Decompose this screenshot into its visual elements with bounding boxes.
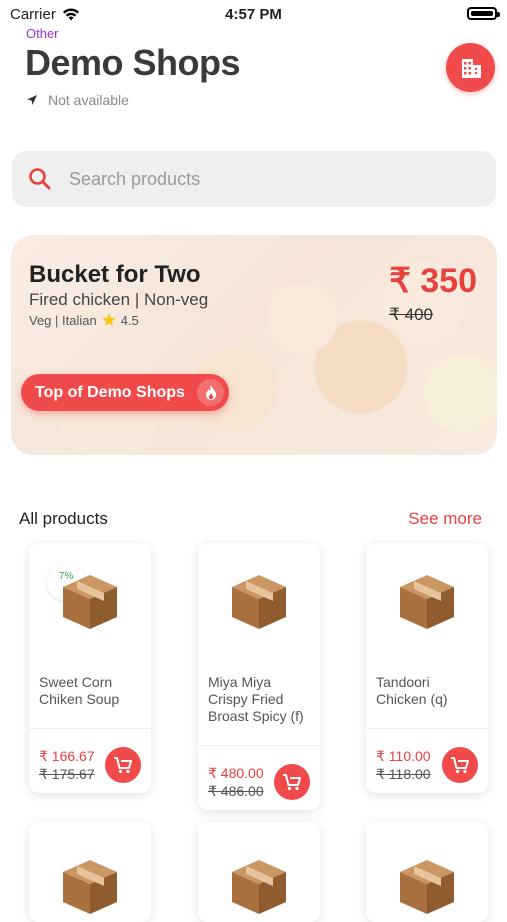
- shop-category: Other: [26, 26, 59, 41]
- banner-old-price: ₹ 400: [389, 305, 433, 324]
- product-image: [29, 850, 151, 922]
- product-image: [366, 850, 488, 922]
- banner-rating: 4.5: [120, 312, 139, 328]
- product-old-price: ₹ 118.00: [376, 766, 431, 782]
- banner-price: ₹ 350: [389, 262, 477, 300]
- top-of-shop-label: Top of Demo Shops: [35, 383, 185, 401]
- product-card[interactable]: [198, 822, 320, 922]
- add-to-cart-button[interactable]: [105, 747, 141, 783]
- star-icon: [102, 313, 116, 326]
- banner-meta: Veg | Italian 4.5: [29, 312, 139, 328]
- top-of-shop-button[interactable]: Top of Demo Shops: [21, 374, 229, 411]
- product-price: ₹ 480.00: [208, 765, 264, 781]
- shop-list-button[interactable]: [446, 43, 495, 92]
- page-title: Demo Shops: [25, 42, 241, 83]
- location-arrow-icon: [27, 95, 37, 105]
- search-icon: [29, 168, 51, 190]
- building-icon: [461, 58, 481, 78]
- clock: 4:57 PM: [225, 6, 282, 23]
- product-card[interactable]: [366, 822, 488, 922]
- add-to-cart-button[interactable]: [442, 747, 478, 783]
- product-old-price: ₹ 486.00: [208, 783, 264, 799]
- product-card[interactable]: Miya Miya Crispy Fried Broast Spicy (f) …: [198, 543, 320, 810]
- product-price: ₹ 166.67: [39, 748, 95, 764]
- cart-icon: [114, 757, 132, 774]
- location-text: Not available: [48, 92, 129, 108]
- card-divider: [29, 728, 151, 729]
- box-icon: [232, 575, 286, 629]
- flame-icon: [197, 379, 224, 406]
- product-name: Tandoori Chicken (q): [376, 674, 448, 707]
- product-card[interactable]: [29, 822, 151, 922]
- product-card[interactable]: 7% Sweet Corn Chiken Soup ₹ 166.67 ₹ 175…: [29, 543, 151, 793]
- box-icon: [63, 860, 117, 914]
- cart-icon: [451, 757, 469, 774]
- banner-subtitle: Fired chicken | Non-veg: [29, 290, 209, 309]
- location-row: Not available: [26, 92, 129, 108]
- banner-cuisine: Veg | Italian: [29, 312, 97, 328]
- product-price: ₹ 110.00: [376, 748, 431, 764]
- box-icon: [232, 860, 286, 914]
- box-icon: [63, 575, 117, 629]
- cart-icon: [283, 774, 301, 791]
- section-title: All products: [19, 509, 108, 528]
- see-more-link[interactable]: See more: [408, 509, 482, 529]
- search-input[interactable]: Search products: [69, 169, 200, 190]
- battery-icon: [467, 7, 500, 20]
- product-image: [29, 565, 151, 645]
- search-bar[interactable]: Search products: [12, 151, 496, 207]
- product-image: [198, 850, 320, 922]
- featured-banner[interactable]: Bucket for Two Fired chicken | Non-veg V…: [11, 235, 497, 455]
- banner-title: Bucket for Two: [29, 261, 201, 288]
- product-image: [366, 565, 488, 645]
- product-image: [198, 565, 320, 645]
- product-card[interactable]: Tandoori Chicken (q) ₹ 110.00 ₹ 118.00: [366, 543, 488, 793]
- product-old-price: ₹ 175.67: [39, 766, 95, 782]
- status-bar: Carrier 4:57 PM: [0, 0, 507, 28]
- product-name: Sweet Corn Chiken Soup: [39, 674, 120, 707]
- box-icon: [400, 575, 454, 629]
- product-name: Miya Miya Crispy Fried Broast Spicy (f): [208, 674, 304, 724]
- add-to-cart-button[interactable]: [274, 764, 310, 800]
- card-divider: [366, 728, 488, 729]
- box-icon: [400, 860, 454, 914]
- card-divider: [198, 745, 320, 746]
